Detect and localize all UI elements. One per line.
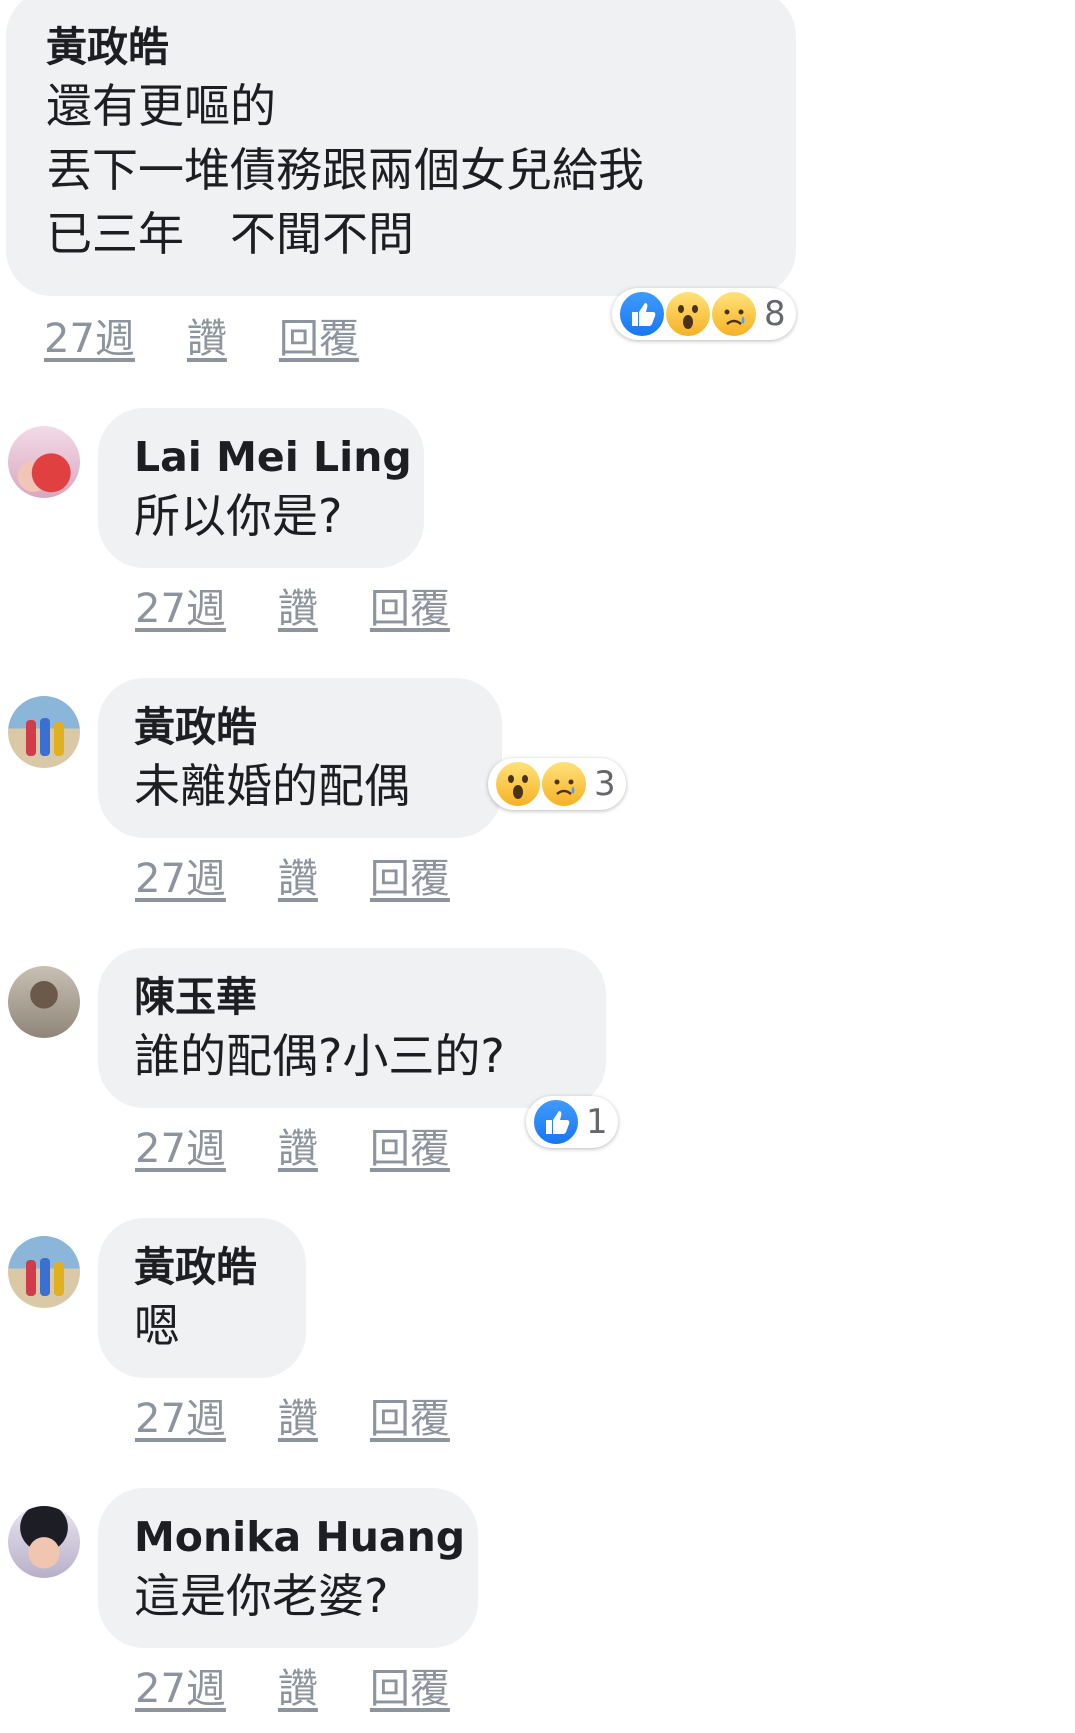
comment-timestamp[interactable]: 27週 (135, 586, 226, 632)
comment-actions: 27週 讚 回覆 (135, 846, 502, 904)
comment-bubble: 陳玉華 誰的配偶?小三的? (98, 948, 606, 1108)
like-link[interactable]: 讚 (187, 316, 227, 362)
comment-bubble: 黃政皓 未離婚的配偶 (98, 678, 502, 838)
comment-text-line: 已三年 不聞不問 (46, 207, 414, 261)
comment-text: 嗯 (134, 1299, 180, 1353)
comment-timestamp[interactable]: 27週 (135, 856, 226, 902)
comment-timestamp[interactable]: 27週 (135, 1126, 226, 1172)
reply-link[interactable]: 回覆 (370, 1396, 450, 1442)
comment-text: 未離婚的配偶 (134, 759, 410, 813)
avatar[interactable] (8, 966, 80, 1038)
reaction-count: 1 (586, 1102, 608, 1142)
comment-text: 這是你老婆? (134, 1569, 389, 1623)
comment-bubble: 黃政皓 嗯 (98, 1218, 306, 1378)
comment-text: 誰的配偶?小三的? (134, 1029, 505, 1083)
avatar[interactable] (8, 1236, 80, 1308)
reaction-summary[interactable]: 8 (612, 288, 796, 340)
reply-link[interactable]: 回覆 (279, 316, 359, 362)
comment-author[interactable]: Lai Mei Ling (134, 430, 424, 484)
reaction-summary[interactable]: 3 (488, 758, 626, 810)
reaction-summary[interactable]: 1 (526, 1096, 618, 1148)
reply-link[interactable]: 回覆 (370, 586, 450, 632)
avatar[interactable] (8, 426, 80, 498)
like-link[interactable]: 讚 (278, 586, 318, 632)
comment-actions: 27週 讚 回覆 (44, 306, 411, 364)
like-link[interactable]: 讚 (278, 1666, 318, 1712)
comment-timestamp[interactable]: 27週 (135, 1666, 226, 1712)
comment-actions: 27週 讚 回覆 (135, 1116, 502, 1174)
comment-bubble: 黃政皓 還有更嘔的 丟下一堆債務跟兩個女兒給我 已三年 不聞不問 (6, 0, 796, 296)
avatar[interactable] (8, 696, 80, 768)
comment-author[interactable]: 陳玉華 (134, 970, 606, 1024)
avatar[interactable] (8, 1506, 80, 1578)
reaction-count: 3 (594, 764, 616, 804)
comment-actions: 27週 讚 回覆 (135, 576, 502, 634)
comment-bubble: Lai Mei Ling 所以你是? (98, 408, 424, 568)
comment-timestamp[interactable]: 27週 (135, 1396, 226, 1442)
comment-author[interactable]: 黃政皓 (134, 700, 502, 754)
comment-actions: 27週 讚 回覆 (135, 1386, 502, 1444)
like-reaction-icon (532, 1098, 580, 1146)
comment-author[interactable]: Monika Huang (134, 1510, 478, 1564)
comment-timestamp[interactable]: 27週 (44, 316, 135, 362)
like-reaction-icon (618, 290, 666, 338)
reply-link[interactable]: 回覆 (370, 1666, 450, 1712)
like-link[interactable]: 讚 (278, 1126, 318, 1172)
comment-text-line: 還有更嘔的 (46, 79, 276, 133)
sad-reaction-icon (710, 290, 758, 338)
sad-reaction-icon (540, 760, 588, 808)
like-link[interactable]: 讚 (278, 1396, 318, 1442)
comment-text-line: 丟下一堆債務跟兩個女兒給我 (46, 143, 644, 197)
reply-link[interactable]: 回覆 (370, 856, 450, 902)
comment-bubble: Monika Huang 這是你老婆? (98, 1488, 478, 1648)
reaction-count: 8 (764, 294, 786, 334)
wow-reaction-icon (494, 760, 542, 808)
wow-reaction-icon (664, 290, 712, 338)
comment-author[interactable]: 黃政皓 (46, 20, 796, 74)
comment-author[interactable]: 黃政皓 (134, 1240, 306, 1294)
reply-link[interactable]: 回覆 (370, 1126, 450, 1172)
comment-actions: 27週 讚 回覆 (135, 1656, 502, 1714)
like-link[interactable]: 讚 (278, 856, 318, 902)
comment-text: 所以你是? (134, 489, 343, 543)
